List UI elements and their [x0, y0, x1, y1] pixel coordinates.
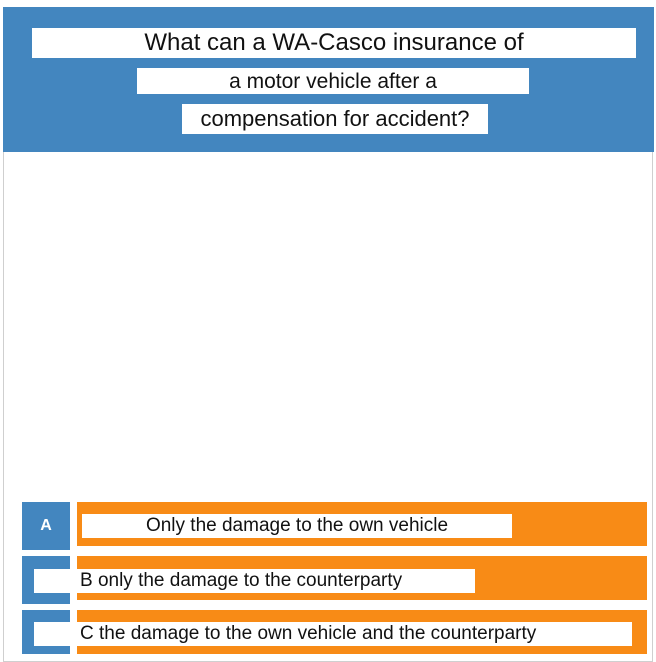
- question-line-2: a motor vehicle after a: [137, 68, 529, 94]
- answer-letter-a: A: [40, 517, 52, 534]
- question-line-1: What can a WA-Casco insurance of: [32, 28, 636, 58]
- answer-a-label[interactable]: Only the damage to the own vehicle: [82, 514, 512, 538]
- letter-gap: [22, 550, 70, 556]
- question-line-3: compensation for accident?: [182, 104, 488, 134]
- letter-gap: [22, 604, 70, 610]
- answer-b-label[interactable]: B only the damage to the counterparty: [34, 569, 475, 593]
- answer-c-label[interactable]: C the damage to the own vehicle and the …: [34, 622, 632, 646]
